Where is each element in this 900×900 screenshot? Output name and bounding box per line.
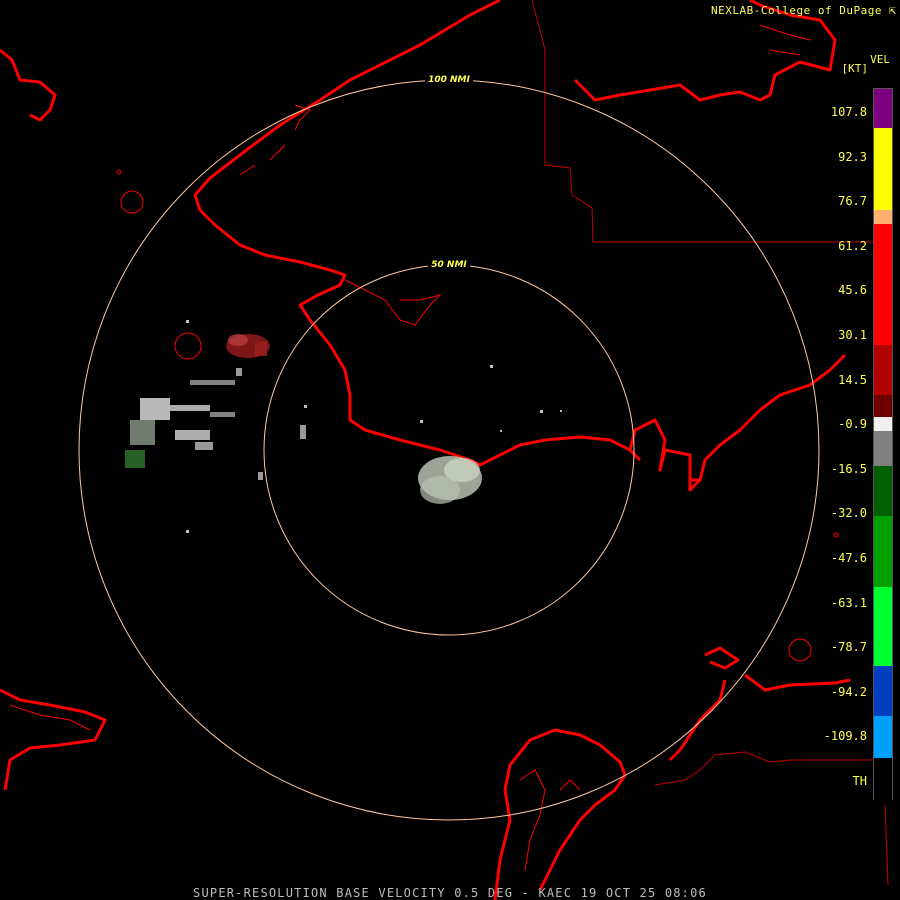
units-label: [KT]	[841, 62, 869, 75]
legend-segment	[874, 758, 892, 801]
legend-tick-label: 76.7	[838, 194, 867, 209]
echo-near-radar	[418, 456, 482, 504]
legend-segment	[874, 665, 892, 716]
legend-segment	[874, 224, 892, 346]
coast-details	[9, 24, 811, 871]
range-rings	[78, 79, 820, 821]
ring-labels: 100 NMI 50 NMI	[425, 73, 473, 270]
radar-map: 100 NMI 50 NMI	[0, 0, 889, 900]
ring-100-nmi	[78, 79, 820, 821]
legend-tick-label: -78.7	[830, 640, 867, 655]
velocity-color-scale	[873, 88, 893, 801]
coastline-peninsula	[493, 728, 627, 900]
product-caption: SUPER-RESOLUTION BASE VELOCITY 0.5 DEG -…	[193, 886, 707, 900]
legend-segment	[874, 587, 892, 666]
echo-west-cluster	[125, 380, 235, 468]
legend-tick-label: -47.6	[830, 551, 867, 565]
legend-tick-label: TH	[852, 774, 867, 788]
boundaries	[531, 0, 889, 886]
credit-label[interactable]: NEXLAB-College of DuPage	[711, 4, 882, 17]
legend-segment	[874, 89, 892, 129]
product-label: VEL	[870, 53, 890, 66]
legend-tick-label: 14.5	[838, 372, 867, 387]
legend-tick-label: -16.5	[830, 461, 867, 476]
legend-tick-label: -0.9	[838, 417, 867, 432]
legend-tick-label: 107.8	[830, 105, 867, 119]
ring-label-50: 50 NMI	[431, 260, 467, 270]
legend-segment	[874, 516, 892, 588]
legend-segment	[874, 128, 892, 211]
legend-segment	[874, 345, 892, 396]
link-arrow-icon[interactable]: ⇱	[889, 3, 896, 17]
legend-tick-label: 45.6	[838, 283, 867, 298]
legend-segment	[874, 395, 892, 417]
legend-tick-label: 61.2	[838, 238, 867, 253]
legend-segment	[874, 210, 892, 225]
legend-tick-label: -109.8	[823, 729, 867, 744]
legend-tick-label: 92.3	[838, 149, 867, 164]
legend-segment	[874, 430, 892, 467]
legend-tick-label: 30.1	[838, 328, 867, 342]
coastline-sw	[0, 688, 107, 791]
legend-segment	[874, 715, 892, 759]
legend-tick-label: -94.2	[830, 684, 867, 699]
legend-segment	[874, 466, 892, 517]
coastline-south	[469, 435, 642, 467]
echo-northwest-red	[226, 334, 270, 358]
radar-echoes	[125, 320, 562, 533]
legend-tick-label: -32.0	[830, 506, 867, 521]
ring-50-nmi	[263, 264, 635, 636]
ring-label-100: 100 NMI	[428, 75, 470, 85]
coastline-north	[193, 0, 501, 462]
legend-segment	[874, 416, 892, 431]
legend-tick-label: -63.1	[830, 595, 867, 610]
coastline-nw	[0, 48, 57, 122]
